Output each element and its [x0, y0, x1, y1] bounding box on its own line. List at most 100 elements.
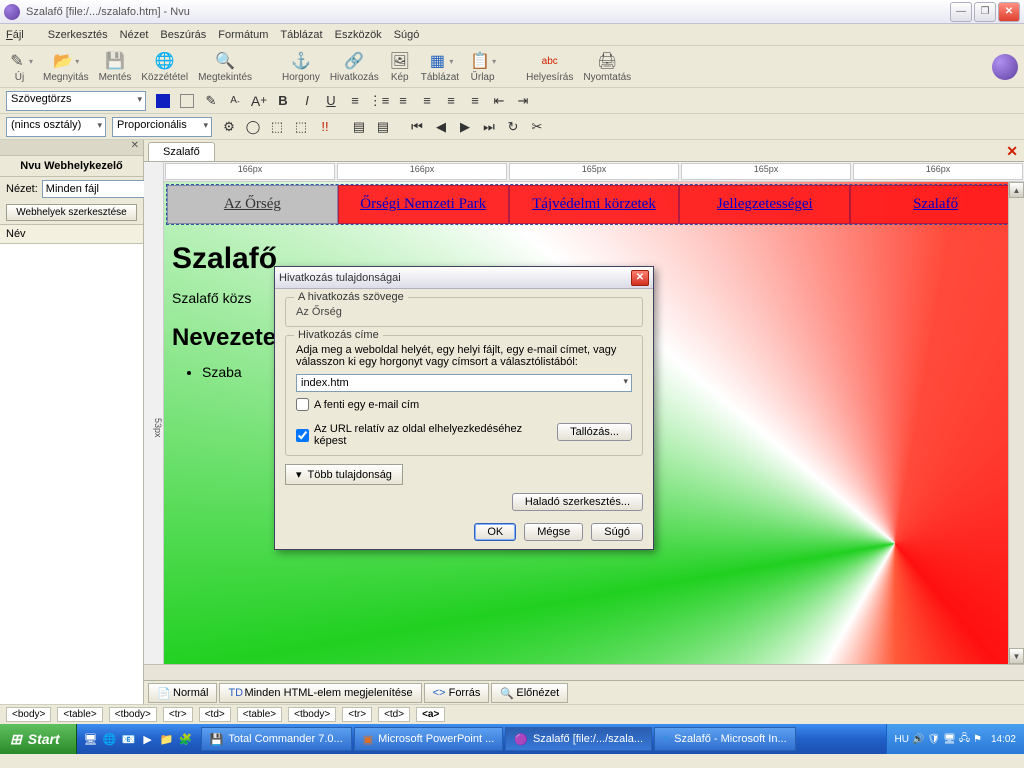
anchor-button[interactable]: ⚓Horgony — [282, 50, 320, 83]
image-button[interactable]: 🖼Kép — [389, 50, 411, 83]
seek-prev-button[interactable]: ◀ — [430, 117, 452, 137]
table-button[interactable]: ▦▾Táblázat — [421, 50, 459, 83]
font-bigger-button[interactable]: A+ — [248, 91, 270, 111]
viewtab-preview[interactable]: 🔍Előnézet — [491, 683, 568, 703]
seek-first-button[interactable]: ⏮ — [406, 117, 428, 137]
menu-format[interactable]: Formátum — [218, 29, 268, 41]
align-right-button[interactable]: ≡ — [440, 91, 462, 111]
abbr-button[interactable]: ⬚ — [290, 117, 312, 137]
close-button[interactable]: ✕ — [998, 2, 1020, 22]
print-button[interactable]: 🖨Nyomtatás — [583, 50, 631, 83]
nav-link[interactable]: Szalafő — [850, 185, 1021, 224]
menu-view[interactable]: Nézet — [120, 29, 149, 41]
crumb[interactable]: <tr> — [163, 707, 193, 722]
relative-checkbox[interactable]: Az URL relatív az oldal elhelyezkedéséhe… — [296, 423, 557, 447]
more-properties-button[interactable]: ▾Több tulajdonság — [285, 464, 403, 485]
start-button[interactable]: ⊞ Start — [0, 724, 77, 754]
ql-icon[interactable]: 📁 — [159, 731, 175, 747]
tray-icon[interactable]: ⚑ — [973, 734, 982, 745]
nav-table[interactable]: Az Őrség Őrségi Nemzeti Park Tájvédelmi … — [166, 184, 1022, 225]
open-button[interactable]: 📂▾Megnyitás — [43, 50, 89, 83]
loop-button[interactable]: ↻ — [502, 117, 524, 137]
menu-help[interactable]: Súgó — [394, 29, 420, 41]
task-item-active[interactable]: 🟣Szalafő [file:/.../szala... — [505, 727, 652, 751]
seek-next-button[interactable]: ▶ — [454, 117, 476, 137]
exclaim-button[interactable]: !! — [314, 117, 336, 137]
align-left-button[interactable]: ≡ — [392, 91, 414, 111]
viewtab-tags[interactable]: TDMinden HTML-elem megjelenítése — [219, 683, 421, 703]
list-ol-button[interactable]: ≡ — [344, 91, 366, 111]
page-li[interactable]: Szaba — [202, 364, 277, 380]
bold-button[interactable]: B — [272, 91, 294, 111]
tab-close-icon[interactable]: ✕ — [1006, 143, 1018, 160]
task-item[interactable]: eSzalafő - Microsoft In... — [654, 727, 796, 751]
font-combo[interactable]: Proporcionális — [112, 117, 212, 137]
strong-button[interactable]: ◯ — [242, 117, 264, 137]
crumb[interactable]: <td> — [199, 707, 231, 722]
maximize-button[interactable]: ❐ — [974, 2, 996, 22]
outdent-button[interactable]: ⇤ — [488, 91, 510, 111]
menu-tools[interactable]: Eszközök — [335, 29, 382, 41]
italic-button[interactable]: I — [296, 91, 318, 111]
nav-link[interactable]: Tájvédelmi körzetek — [509, 185, 680, 224]
nav-link[interactable]: Őrségi Nemzeti Park — [338, 185, 509, 224]
viewtab-normal[interactable]: 📄Normál — [148, 683, 217, 703]
form-button[interactable]: 📋▾Űrlap — [469, 50, 496, 83]
document-tab[interactable]: Szalafő — [148, 142, 215, 161]
menu-insert[interactable]: Beszúrás — [160, 29, 206, 41]
clock[interactable]: 14:02 — [991, 734, 1016, 745]
list-ul-button[interactable]: ⋮≡ — [368, 91, 390, 111]
sidebar-edit-sites-button[interactable]: Webhelyek szerkesztése — [6, 204, 137, 221]
url-combo[interactable]: index.htm — [296, 374, 632, 392]
crumb[interactable]: <body> — [6, 707, 51, 722]
highlight-button[interactable]: ✎ — [200, 91, 222, 111]
span-button[interactable]: ⬚ — [266, 117, 288, 137]
underline-button[interactable]: U — [320, 91, 342, 111]
font-smaller-button[interactable]: A- — [224, 91, 246, 111]
crumb[interactable]: <tr> — [342, 707, 372, 722]
sidebar-tree[interactable] — [0, 244, 143, 704]
cancel-button[interactable]: Mégse — [524, 523, 583, 541]
tray-icon[interactable]: 🖧 — [959, 731, 970, 748]
dialog-close-button[interactable]: ✕ — [631, 270, 649, 286]
page-h2[interactable]: Nevezete — [172, 324, 277, 352]
menu-table[interactable]: Táblázat — [280, 29, 322, 41]
link-button[interactable]: 🔗Hivatkozás — [330, 50, 379, 83]
spell-button[interactable]: abcHelyesírás — [526, 50, 573, 83]
layer-button[interactable]: ▤ — [348, 117, 370, 137]
vertical-scrollbar[interactable]: ▲ ▼ — [1008, 182, 1024, 664]
task-item[interactable]: 💾Total Commander 7.0... — [201, 727, 352, 751]
help-button[interactable]: Súgó — [591, 523, 643, 541]
ql-icon[interactable]: 🧩 — [178, 731, 194, 747]
menu-edit[interactable]: Szerkesztés — [48, 29, 108, 41]
nav-link[interactable]: Jellegzetességei — [679, 185, 850, 224]
horizontal-scrollbar[interactable] — [144, 664, 1024, 680]
sidebar-close[interactable]: ✕ — [0, 140, 143, 156]
ok-button[interactable]: OK — [474, 523, 516, 541]
browse-button[interactable]: Tallózás... — [557, 423, 632, 441]
ql-icon[interactable]: ▶ — [140, 731, 156, 747]
em-button[interactable]: ⚙ — [218, 117, 240, 137]
advanced-edit-button[interactable]: Haladó szerkesztés... — [512, 493, 643, 511]
align-justify-button[interactable]: ≡ — [464, 91, 486, 111]
crumb-active[interactable]: <a> — [416, 707, 445, 722]
dialog-titlebar[interactable]: Hivatkozás tulajdonságai ✕ — [275, 267, 653, 289]
page-p[interactable]: Szalafő közs — [172, 290, 277, 306]
crumb[interactable]: <tbody> — [288, 707, 336, 722]
class-combo[interactable]: (nincs osztály) — [6, 117, 106, 137]
menu-file[interactable]: Fájl — [6, 29, 36, 41]
save-button[interactable]: 💾Mentés — [99, 50, 132, 83]
page-h1[interactable]: Szalafő — [172, 242, 277, 276]
email-checkbox[interactable]: A fenti egy e-mail cím — [296, 398, 632, 411]
ql-icon[interactable]: 📧 — [121, 731, 137, 747]
text-color-button[interactable] — [152, 91, 174, 111]
crumb[interactable]: <tbody> — [109, 707, 157, 722]
task-item[interactable]: ▣Microsoft PowerPoint ... — [354, 727, 504, 751]
crumb[interactable]: <td> — [378, 707, 410, 722]
crumb[interactable]: <table> — [57, 707, 102, 722]
lang-indicator[interactable]: HU — [895, 734, 909, 745]
indent-button[interactable]: ⇥ — [512, 91, 534, 111]
crumb[interactable]: <table> — [237, 707, 282, 722]
viewtab-source[interactable]: <>Forrás — [424, 683, 490, 703]
ql-icon[interactable]: 🌐 — [102, 731, 118, 747]
